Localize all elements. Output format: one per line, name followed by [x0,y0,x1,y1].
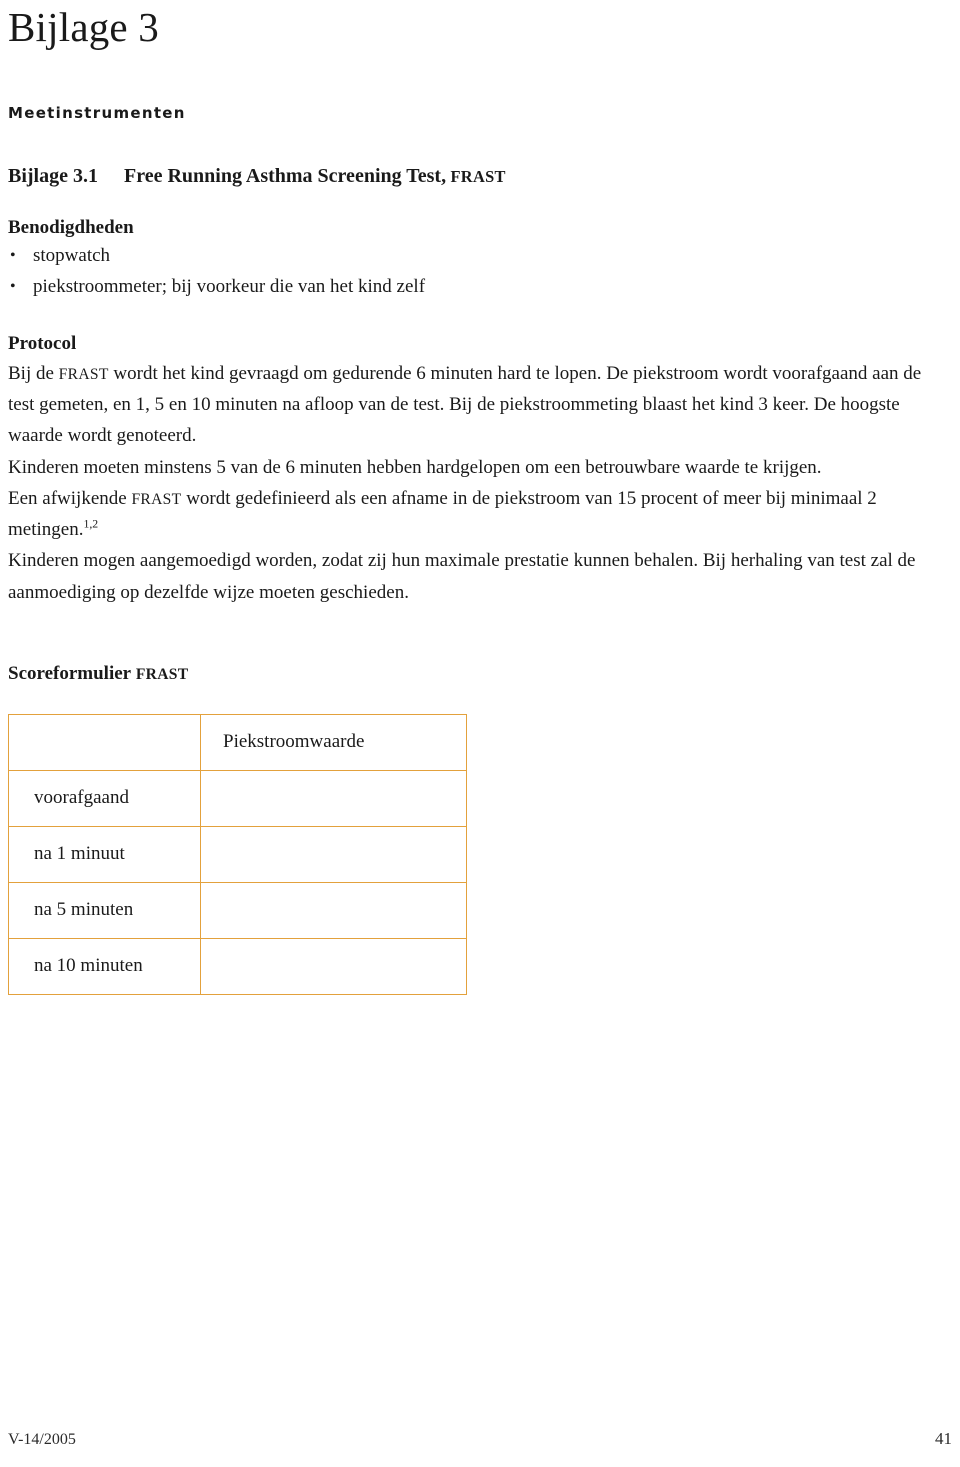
scoreformulier-heading-acronym: FRAST [135,665,189,683]
footer-page-number: 41 [935,1429,952,1448]
protocol-paragraph-3: Een afwijkende FRAST wordt gedefinieerd … [8,483,952,546]
benodigdheden-list: • stopwatch • piekstroommeter; bij voork… [8,241,952,303]
scoreformulier-heading-text: Scoreformulier [8,662,132,684]
table-row: na 1 minuut [8,825,467,883]
paragraph-text-pre: Bij de [8,362,59,384]
table-row-value-input[interactable] [200,769,467,827]
table-row: voorafgaand [8,769,467,827]
section-heading: Meetinstrumenten [8,104,186,123]
table-row-value-input[interactable] [200,825,467,883]
protocol-paragraph-2: Kinderen moeten minstens 5 van de 6 minu… [8,456,822,478]
bullet-icon: • [10,246,16,264]
footer-document-code: V-14/2005 [8,1431,76,1448]
table-row-label: na 10 minuten [8,937,201,995]
protocol-heading: Protocol [8,333,77,355]
list-item-label: stopwatch [33,244,111,266]
page-footer: V-14/2005 41 [8,1429,952,1449]
table-column-header-piekstroomwaarde: Piekstroomwaarde [200,713,467,771]
subtitle-row: Bijlage 3.1 Free Running Asthma Screening… [8,122,952,188]
bullet-icon: • [10,277,16,295]
frast-acronym: FRAST [131,490,182,508]
subtitle-number: Bijlage 3.1 [8,165,98,188]
table-corner-cell [8,713,201,771]
footnote-reference: 1,2 [83,517,99,531]
subtitle-text: Free Running Asthma Screening Test, [124,165,447,188]
table-row-label: na 1 minuut [8,825,201,883]
table-row-value-input[interactable] [200,881,467,939]
frast-acronym: FRAST [58,365,109,383]
page-content: Bijlage 3 Meetinstrumenten Bijlage 3.1 Fr… [8,0,952,995]
page-title: Bijlage 3 [8,4,159,50]
table-row-label: na 5 minuten [8,881,201,939]
list-item-label: piekstroommeter; bij voorkeur die van he… [33,275,426,297]
subtitle-acronym: FRAST [450,167,506,187]
scoreformulier-heading: Scoreformulier FRAST [8,608,952,687]
score-table-wrapper: Piekstroomwaarde voorafgaand na 1 minuut… [8,687,952,995]
protocol-paragraph-4: Kinderen mogen aangemoedigd worden, zoda… [8,550,916,603]
list-item: • stopwatch [8,241,952,272]
table-row-label: voorafgaand [8,769,201,827]
protocol-paragraph-1: Bij de FRAST wordt het kind gevraagd om … [8,357,952,452]
list-item: • piekstroommeter; bij voorkeur die van … [8,272,952,303]
table-row: na 10 minuten [8,937,467,995]
benodigdheden-heading: Benodigdheden [8,217,134,239]
table-row-value-input[interactable] [200,937,467,995]
table-row: na 5 minuten [8,881,467,939]
table-header-row: Piekstroomwaarde [8,713,467,771]
scoreformulier-table: Piekstroomwaarde voorafgaand na 1 minuut… [8,713,467,995]
paragraph-text-pre: Een afwijkende [8,487,132,509]
document-page: Bijlage 3 Meetinstrumenten Bijlage 3.1 Fr… [0,0,960,1467]
paragraph-text-post: wordt het kind gevraagd om gedurende 6 m… [8,362,922,447]
